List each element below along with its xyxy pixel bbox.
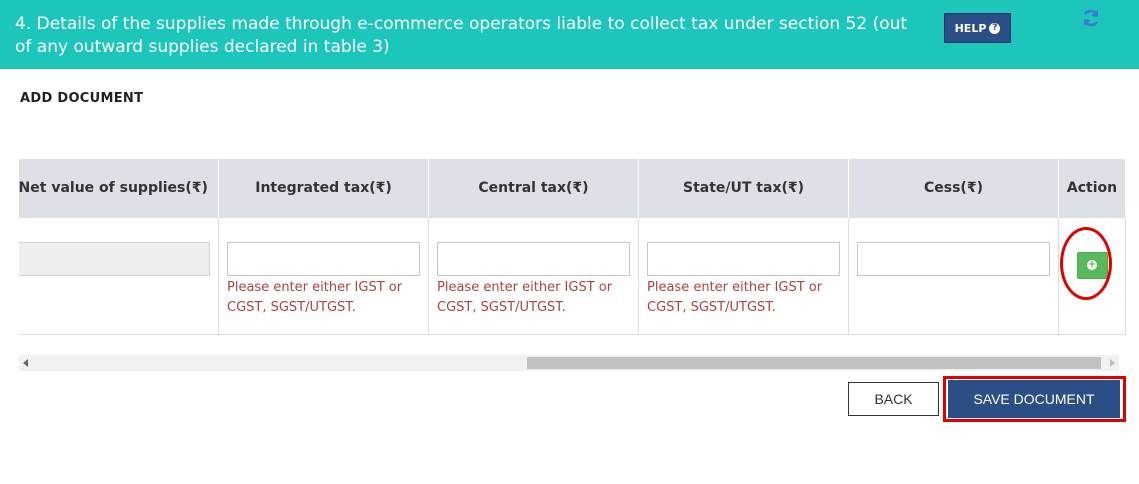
header-central-tax: Central tax(₹) — [428, 159, 639, 217]
header-state-ut-tax: State/UT tax(₹) — [638, 159, 849, 217]
refresh-icon[interactable] — [1081, 8, 1101, 28]
header-action: Action — [1058, 159, 1126, 217]
add-button-highlight — [1060, 227, 1112, 300]
state-ut-tax-error: Please enter either IGST or CGST, SGST/U… — [647, 279, 823, 315]
integrated-tax-error: Please enter either IGST or CGST, SGST/U… — [227, 279, 403, 315]
cell-integrated-tax: Please enter either IGST or CGST, SGST/U… — [218, 216, 429, 335]
help-label: HELP — [954, 21, 987, 35]
state-ut-tax-input[interactable] — [647, 241, 840, 276]
back-button[interactable]: BACK — [848, 382, 939, 416]
net-value-input — [19, 241, 210, 276]
scrollbar-thumb[interactable] — [527, 357, 1101, 369]
header-integrated-tax: Integrated tax(₹) — [218, 159, 429, 217]
question-circle-icon: ? — [989, 22, 1001, 34]
header-cess: Cess(₹) — [848, 159, 1059, 217]
cell-central-tax: Please enter either IGST or CGST, SGST/U… — [428, 216, 639, 335]
help-button[interactable]: HELP ? — [944, 13, 1011, 43]
horizontal-scrollbar[interactable] — [19, 355, 1119, 371]
header-net-value: Net value of supplies(₹) — [19, 159, 219, 217]
documents-table: Net value of supplies(₹) Integrated tax(… — [19, 159, 1139, 335]
cell-net-value — [19, 216, 219, 335]
save-button-highlight — [943, 376, 1126, 422]
cell-cess — [848, 216, 1059, 335]
table-row: Please enter either IGST or CGST, SGST/U… — [19, 216, 1126, 335]
central-tax-error: Please enter either IGST or CGST, SGST/U… — [437, 279, 613, 315]
page-header: 4. Details of the supplies made through … — [0, 0, 1139, 69]
cell-state-ut-tax: Please enter either IGST or CGST, SGST/U… — [638, 216, 849, 335]
scroll-right-arrow-icon[interactable] — [1110, 359, 1115, 367]
cess-input[interactable] — [857, 241, 1050, 276]
table-header-row: Net value of supplies(₹) Integrated tax(… — [19, 159, 1126, 217]
central-tax-input[interactable] — [437, 241, 630, 276]
section-title: ADD DOCUMENT — [20, 91, 144, 106]
scroll-left-arrow-icon[interactable] — [23, 359, 28, 367]
page-title: 4. Details of the supplies made through … — [15, 14, 908, 57]
integrated-tax-input[interactable] — [227, 241, 420, 276]
